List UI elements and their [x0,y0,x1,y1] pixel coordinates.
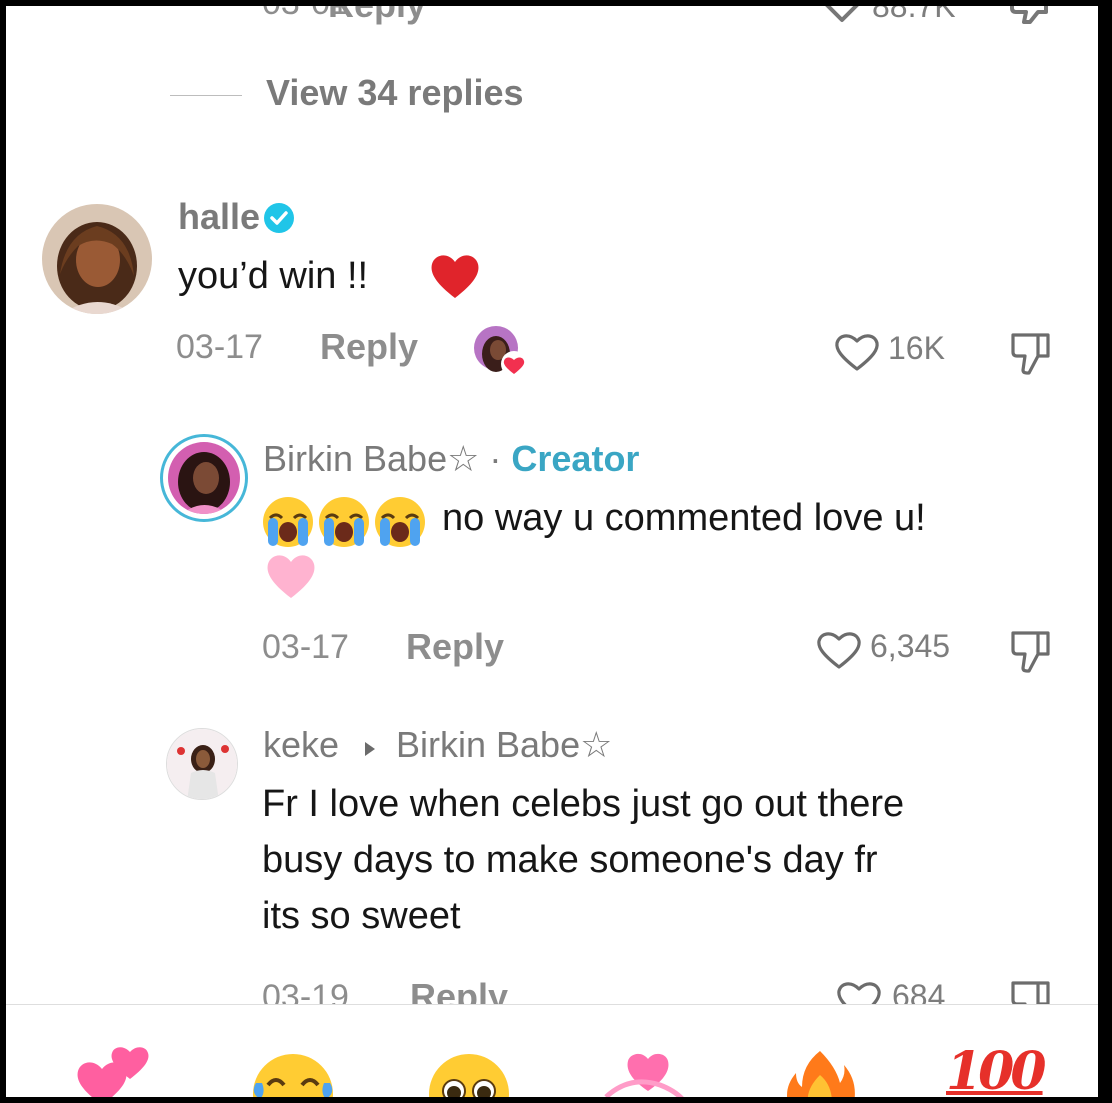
comment-date: 03-17 [262,628,349,666]
dislike-icon[interactable] [1010,630,1052,674]
creator-badge: Creator [511,438,640,479]
comment-line: its so sweet [262,895,461,937]
two-hearts-emoji-icon[interactable] [74,1045,164,1097]
username[interactable]: Birkin Babe☆ · Creator [263,438,639,480]
pleading-face-emoji-icon[interactable] [424,1049,514,1097]
emoji-reaction-bar: 100 [6,1004,1098,1097]
like-icon[interactable] [818,6,866,26]
comment-text: Fr I love when celebs just go out there … [262,776,904,944]
username-text: keke [263,724,340,765]
like-icon[interactable] [816,630,862,670]
username[interactable]: keke [263,724,339,766]
comment-text: no way u commented love u! [442,497,926,539]
username[interactable]: halle [178,196,260,238]
like-count: 88.7K [872,6,956,24]
view-replies-button[interactable]: View 34 replies [266,72,524,114]
comment-line: busy days to make someone's day fr [262,839,878,881]
replies-divider [170,95,242,96]
comment-date: 03-17 [176,328,263,366]
avatar[interactable] [42,204,152,314]
reply-button[interactable]: Reply [328,6,426,26]
reply-button[interactable]: Reply [406,626,504,668]
dislike-icon[interactable] [1010,332,1052,376]
dislike-icon[interactable] [1008,6,1054,26]
verified-badge-icon [263,202,295,234]
loudly-crying-emoji-icon [262,494,430,550]
comment-text: you’d win !! [178,255,369,297]
joy-emoji-icon[interactable] [248,1049,338,1097]
like-icon[interactable] [834,332,880,372]
creator-liked-avatar [472,324,532,378]
heart-with-ribbon-emoji-icon[interactable] [600,1045,690,1097]
red-heart-emoji-icon [428,250,482,300]
reply-button[interactable]: Reply [320,326,418,368]
hundred-points-emoji-icon[interactable]: 100 [946,1041,1047,1097]
reply-arrow-icon [363,741,377,757]
fire-emoji-icon[interactable] [780,1047,860,1097]
like-count: 6,345 [870,628,951,664]
avatar[interactable] [168,442,240,514]
comments-panel: 03-01 Reply 88.7K View 34 replies halle … [6,6,1098,1097]
reply-to-username[interactable]: Birkin Babe☆ [396,724,612,766]
like-count: 16K [888,330,945,366]
pink-heart-emoji-icon [264,550,318,600]
separator: · [489,438,502,479]
username-text: Birkin Babe☆ [263,438,480,479]
comment-line: Fr I love when celebs just go out there [262,783,905,825]
avatar[interactable] [166,728,238,800]
